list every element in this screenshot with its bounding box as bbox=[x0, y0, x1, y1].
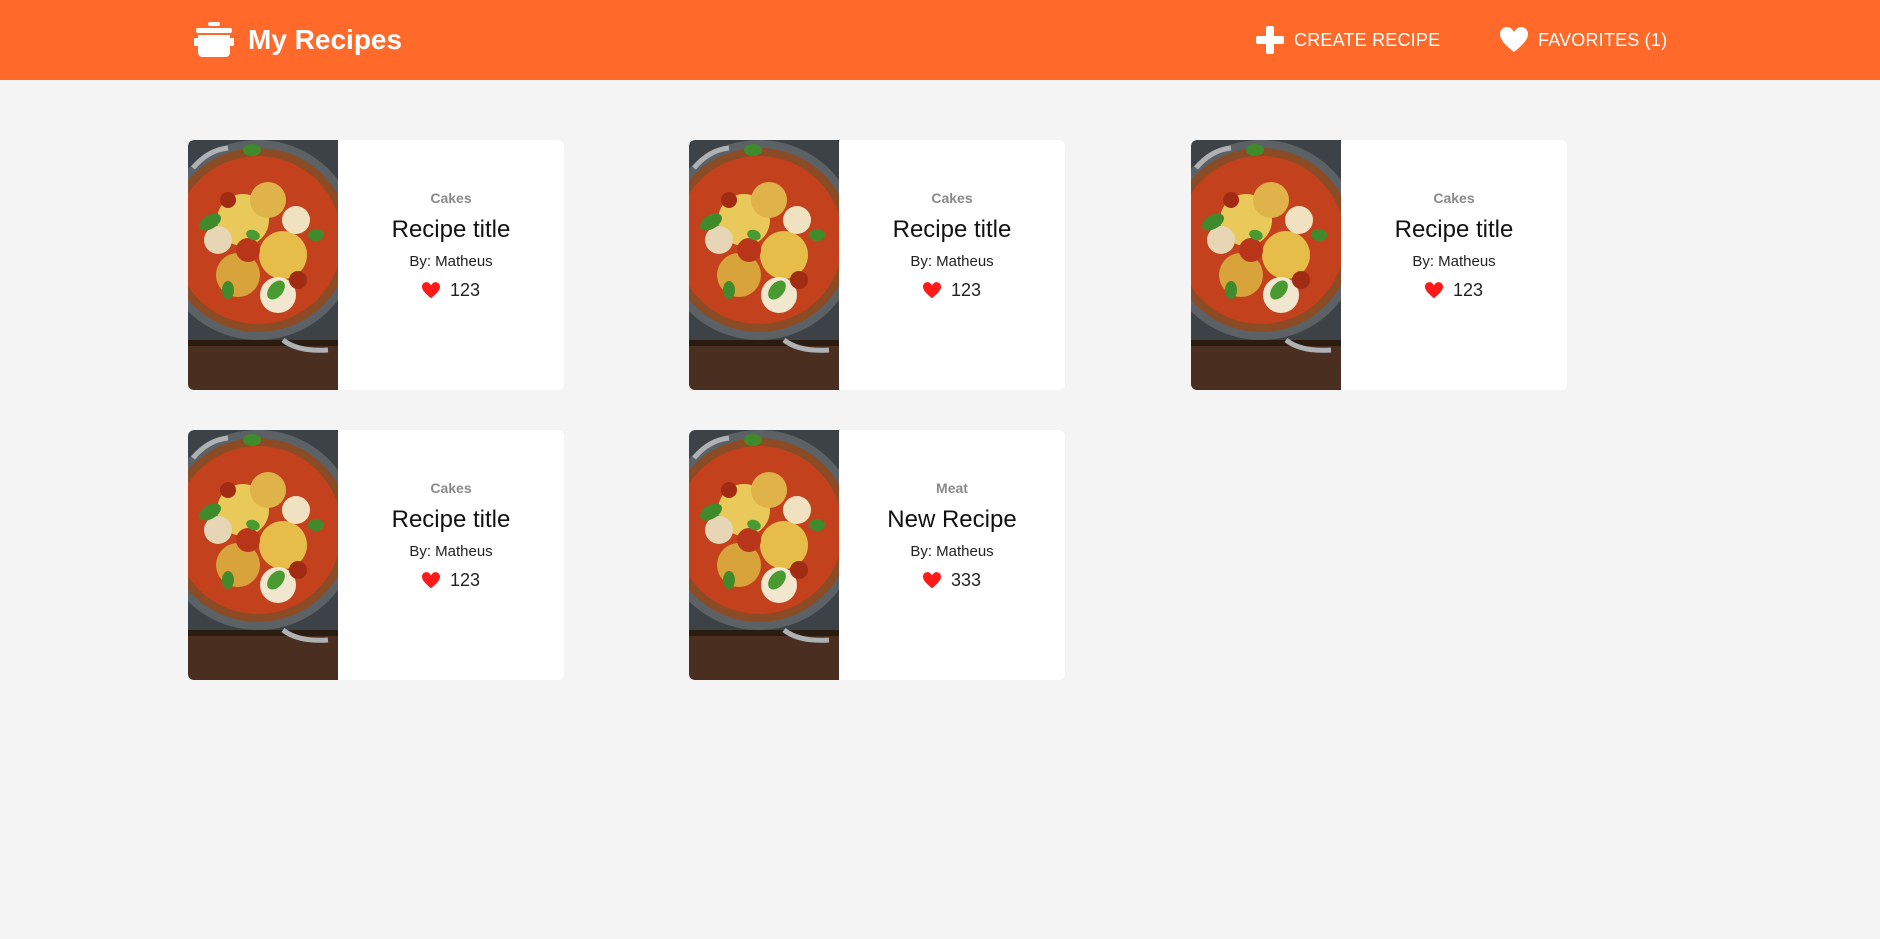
plus-icon bbox=[1256, 26, 1284, 54]
heart-icon[interactable] bbox=[421, 572, 440, 589]
heart-icon bbox=[1500, 27, 1528, 53]
recipe-likes: 123 bbox=[1341, 280, 1567, 301]
recipe-author: By: Matheus bbox=[910, 543, 994, 560]
recipe-image bbox=[689, 430, 839, 680]
recipe-likes: 123 bbox=[338, 570, 564, 591]
brand-link[interactable]: My Recipes bbox=[194, 22, 402, 58]
heart-icon[interactable] bbox=[922, 282, 941, 299]
recipe-category: Cakes bbox=[430, 480, 472, 496]
recipe-author: By: Matheus bbox=[910, 253, 994, 270]
recipe-likes: 123 bbox=[338, 280, 564, 301]
recipe-card[interactable]: Meat New Recipe By: Matheus 333 bbox=[689, 430, 1065, 680]
favorites-button[interactable]: FAVORITES (1) bbox=[1500, 24, 1667, 56]
heart-icon[interactable] bbox=[421, 282, 440, 299]
likes-count: 123 bbox=[1452, 280, 1484, 300]
create-recipe-button[interactable]: CREATE RECIPE bbox=[1256, 24, 1440, 56]
recipe-title: New Recipe bbox=[887, 506, 1017, 533]
cooking-pot-icon bbox=[194, 22, 234, 58]
recipe-card[interactable]: Cakes Recipe title By: Matheus 123 bbox=[689, 140, 1065, 390]
recipe-author: By: Matheus bbox=[409, 543, 493, 560]
favorites-label: FAVORITES (1) bbox=[1538, 29, 1668, 50]
likes-count: 123 bbox=[950, 280, 982, 300]
recipe-likes: 333 bbox=[839, 570, 1065, 591]
recipe-title: Recipe title bbox=[391, 506, 511, 533]
recipe-author: By: Matheus bbox=[409, 253, 493, 270]
recipe-image bbox=[188, 140, 338, 390]
heart-icon[interactable] bbox=[922, 572, 941, 589]
likes-count: 123 bbox=[449, 280, 481, 300]
recipe-image bbox=[689, 140, 839, 390]
recipe-category: Cakes bbox=[931, 190, 973, 206]
create-recipe-label: CREATE RECIPE bbox=[1294, 29, 1441, 50]
likes-count: 123 bbox=[449, 570, 481, 590]
app-header: My Recipes CREATE RECIPE FAVORITES (1) bbox=[0, 0, 1880, 80]
recipe-title: Recipe title bbox=[391, 216, 511, 243]
recipe-likes: 123 bbox=[839, 280, 1065, 301]
recipe-image bbox=[188, 430, 338, 680]
recipe-author: By: Matheus bbox=[1412, 253, 1496, 270]
recipe-image bbox=[1191, 140, 1341, 390]
recipe-category: Cakes bbox=[430, 190, 472, 206]
app-title: My Recipes bbox=[248, 24, 403, 55]
likes-count: 333 bbox=[950, 570, 982, 590]
recipe-title: Recipe title bbox=[892, 216, 1012, 243]
recipe-card[interactable]: Cakes Recipe title By: Matheus 123 bbox=[188, 430, 564, 680]
recipe-card[interactable]: Cakes Recipe title By: Matheus 123 bbox=[1191, 140, 1567, 390]
recipe-category: Meat bbox=[936, 480, 968, 496]
recipe-category: Cakes bbox=[1433, 190, 1475, 206]
recipe-title: Recipe title bbox=[1394, 216, 1514, 243]
heart-icon[interactable] bbox=[1424, 282, 1443, 299]
recipe-card[interactable]: Cakes Recipe title By: Matheus 123 bbox=[188, 140, 564, 390]
